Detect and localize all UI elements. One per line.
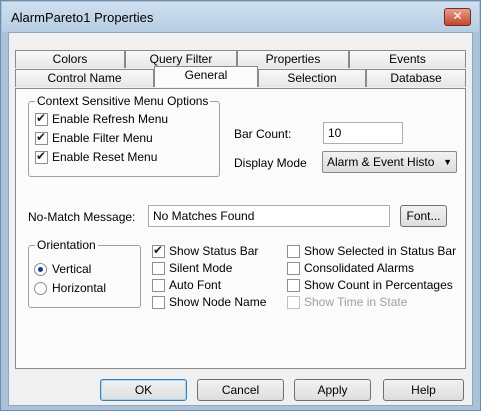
radio-unselected-icon [34, 281, 47, 295]
enable-filter-menu-label: Enable Filter Menu [52, 131, 153, 145]
enable-refresh-menu-label: Enable Refresh Menu [52, 112, 169, 126]
font-button[interactable]: Font... [400, 205, 447, 227]
tab-database[interactable]: Database [366, 69, 466, 87]
vertical-radio[interactable]: Vertical [34, 261, 91, 277]
window-title: AlarmPareto1 Properties [11, 10, 154, 25]
checkbox-checked-icon [152, 243, 165, 258]
checkbox-unchecked-icon [287, 278, 300, 292]
help-button[interactable]: Help [383, 379, 464, 401]
show-node-name-label: Show Node Name [169, 295, 267, 309]
checkbox-checked-icon [35, 149, 48, 164]
tab-selection[interactable]: Selection [258, 69, 366, 87]
general-tab-panel: Context Sensitive Menu Options Enable Re… [15, 88, 466, 369]
ok-button[interactable]: OK [100, 379, 187, 401]
show-status-bar-checkbox[interactable]: Show Status Bar [152, 243, 258, 259]
enable-filter-menu-checkbox[interactable]: Enable Filter Menu [35, 130, 153, 146]
checkbox-disabled-icon [287, 295, 300, 309]
checkbox-unchecked-icon [287, 261, 300, 275]
show-time-in-state-checkbox: Show Time in State [287, 294, 407, 310]
show-status-bar-label: Show Status Bar [169, 244, 259, 258]
orientation-group: Orientation Vertical Horizontal [28, 238, 141, 308]
properties-dialog: AlarmPareto1 Properties ✕ Colors Query F… [0, 0, 481, 411]
context-menu-options-legend: Context Sensitive Menu Options [35, 94, 211, 108]
apply-button[interactable]: Apply [294, 379, 371, 401]
show-selected-in-status-bar-checkbox[interactable]: Show Selected in Status Bar [287, 243, 456, 259]
show-count-in-percentages-checkbox[interactable]: Show Count in Percentages [287, 277, 453, 293]
tab-control-name[interactable]: Control Name [15, 69, 154, 87]
auto-font-checkbox[interactable]: Auto Font [152, 277, 221, 293]
context-menu-options-group: Context Sensitive Menu Options Enable Re… [28, 94, 220, 177]
dropdown-arrow-icon: ▼ [443, 157, 452, 167]
tab-colors[interactable]: Colors [15, 50, 125, 68]
radio-selected-icon [34, 262, 47, 276]
checkbox-unchecked-icon [287, 244, 300, 258]
checkbox-checked-icon [35, 111, 48, 126]
checkbox-unchecked-icon [152, 261, 165, 275]
silent-mode-label: Silent Mode [169, 261, 233, 275]
bar-count-input[interactable]: 10 [323, 122, 403, 144]
horizontal-label: Horizontal [52, 281, 107, 295]
show-selected-in-status-bar-label: Show Selected in Status Bar [304, 244, 457, 258]
enable-reset-menu-checkbox[interactable]: Enable Reset Menu [35, 149, 157, 165]
horizontal-radio[interactable]: Horizontal [34, 280, 106, 296]
display-mode-select[interactable]: Alarm & Event Histo ▼ [322, 151, 457, 173]
bar-count-label: Bar Count: [234, 127, 292, 141]
checkbox-unchecked-icon [152, 278, 165, 292]
enable-refresh-menu-checkbox[interactable]: Enable Refresh Menu [35, 111, 168, 127]
no-match-message-input[interactable]: No Matches Found [148, 205, 390, 227]
title-bar[interactable]: AlarmPareto1 Properties ✕ [2, 2, 479, 32]
tab-events[interactable]: Events [349, 50, 466, 68]
close-icon: ✕ [452, 9, 463, 23]
vertical-label: Vertical [52, 262, 92, 276]
close-button[interactable]: ✕ [444, 8, 471, 26]
enable-reset-menu-label: Enable Reset Menu [52, 150, 158, 164]
show-count-in-percentages-label: Show Count in Percentages [304, 278, 453, 292]
tab-general[interactable]: General [154, 66, 258, 87]
display-mode-label: Display Mode [234, 156, 307, 170]
show-node-name-checkbox[interactable]: Show Node Name [152, 294, 266, 310]
dialog-client-area: Colors Query Filter Properties Events Co… [8, 32, 473, 406]
auto-font-label: Auto Font [169, 278, 222, 292]
orientation-legend: Orientation [35, 238, 98, 252]
cancel-button[interactable]: Cancel [197, 379, 284, 401]
no-match-message-label: No-Match Message: [28, 210, 136, 224]
checkbox-unchecked-icon [152, 295, 165, 309]
display-mode-value: Alarm & Event Histo [327, 155, 435, 169]
consolidated-alarms-label: Consolidated Alarms [304, 261, 415, 275]
consolidated-alarms-checkbox[interactable]: Consolidated Alarms [287, 260, 414, 276]
checkbox-checked-icon [35, 130, 48, 145]
silent-mode-checkbox[interactable]: Silent Mode [152, 260, 232, 276]
show-time-in-state-label: Show Time in State [304, 295, 408, 309]
